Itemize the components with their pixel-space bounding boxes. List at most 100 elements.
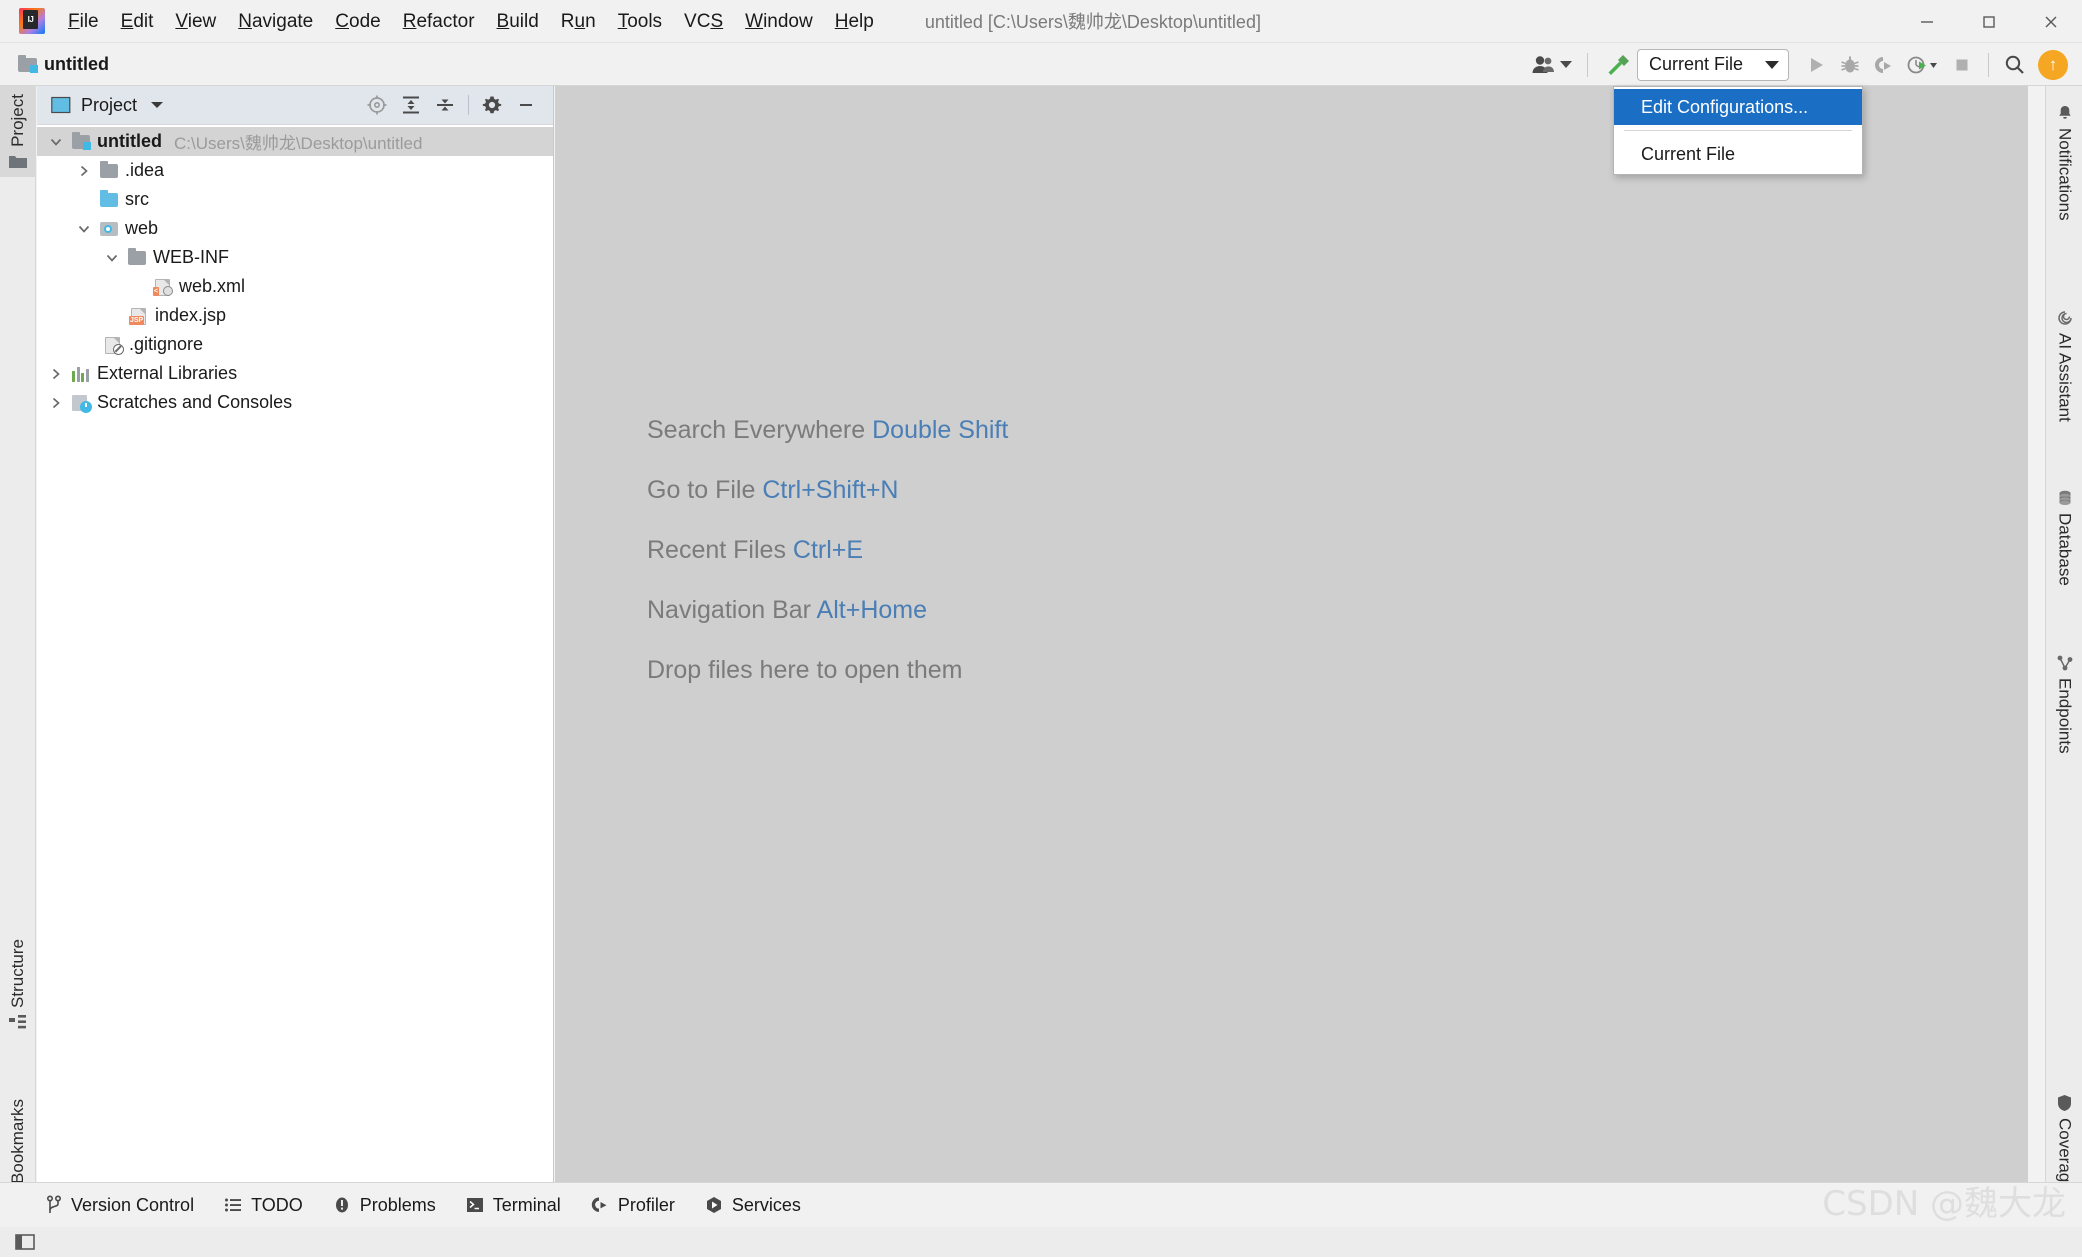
- menu-run[interactable]: Run: [550, 8, 607, 35]
- toolbar-right-group: Current File ↑: [1525, 43, 2082, 86]
- popup-item-current-file[interactable]: Current File: [1614, 136, 1862, 172]
- menu-vcs[interactable]: VCS: [673, 8, 734, 35]
- window-title: untitled [C:\Users\魏帅龙\Desktop\untitled]: [924, 12, 1261, 32]
- status-label-todo: TODO: [251, 1194, 303, 1215]
- menu-navigate[interactable]: Navigate: [227, 8, 324, 35]
- run-configuration-popup: Edit Configurations... Current File: [1613, 86, 1863, 175]
- project-settings-gear-icon[interactable]: [477, 90, 507, 120]
- tree-label-idea: .idea: [125, 160, 165, 180]
- hide-panel-icon[interactable]: [511, 90, 541, 120]
- menu-build[interactable]: Build: [486, 8, 550, 35]
- left-tool-stripe: Project Structure Bookmarks: [0, 86, 36, 1211]
- menu-window[interactable]: Window: [734, 8, 824, 35]
- status-item-profiler[interactable]: Profiler: [591, 1195, 675, 1216]
- build-project-button[interactable]: [1597, 45, 1637, 85]
- navigation-bar[interactable]: untitled: [18, 54, 109, 75]
- status-item-terminal[interactable]: Terminal: [466, 1195, 561, 1216]
- chevron-right-icon[interactable]: [47, 394, 65, 412]
- status-item-services[interactable]: Services: [705, 1195, 801, 1216]
- module-icon: [18, 55, 38, 73]
- menu-help[interactable]: Help: [824, 8, 885, 35]
- menu-refactor[interactable]: Refactor: [392, 8, 486, 35]
- chevron-right-icon[interactable]: [75, 162, 93, 180]
- hint-go-to-file: Go to File Ctrl+Shift+N: [647, 476, 899, 504]
- project-view-chevron-down-icon[interactable]: [149, 98, 165, 112]
- sidebar-item-ai-assistant[interactable]: AI Assistant: [2046, 301, 2082, 430]
- select-opened-file-icon[interactable]: [362, 90, 392, 120]
- folder-icon: [127, 247, 147, 267]
- status-label-terminal: Terminal: [492, 1194, 561, 1215]
- tree-row-web[interactable]: web: [37, 214, 553, 243]
- bottom-strip: [0, 1227, 2082, 1257]
- database-icon: [2056, 489, 2074, 507]
- status-label-problems: Problems: [359, 1194, 436, 1215]
- menu-file[interactable]: File: [57, 8, 110, 35]
- profile-button[interactable]: [1901, 48, 1945, 82]
- hint-search-everywhere: Search Everywhere Double Shift: [647, 416, 1009, 444]
- title-bar: IJ File Edit View Navigate Code Refactor…: [0, 0, 2082, 43]
- main-toolbar: untitled Current File ↑: [0, 43, 2082, 86]
- menu-tools[interactable]: Tools: [607, 8, 673, 35]
- debug-button[interactable]: [1833, 48, 1867, 82]
- menu-bar: File Edit View Navigate Code Refactor Bu…: [57, 0, 885, 43]
- status-item-problems[interactable]: Problems: [333, 1195, 436, 1216]
- sidebar-item-endpoints[interactable]: Endpoints: [2046, 646, 2082, 762]
- run-with-coverage-button[interactable]: [1867, 48, 1901, 82]
- sidebar-label-endpoints: Endpoints: [2055, 678, 2075, 754]
- stop-button[interactable]: [1945, 48, 1979, 82]
- chevron-down-icon: [1560, 61, 1572, 68]
- menu-edit[interactable]: Edit: [110, 8, 165, 35]
- bell-icon: [2056, 104, 2074, 122]
- popup-item-edit-configurations[interactable]: Edit Configurations...: [1614, 89, 1862, 125]
- sidebar-item-notifications[interactable]: Notifications: [2046, 96, 2082, 229]
- chevron-down-icon[interactable]: [47, 133, 65, 151]
- minimize-button[interactable]: [1896, 0, 1958, 43]
- search-everywhere-button[interactable]: [1998, 48, 2032, 82]
- collapse-all-icon[interactable]: [430, 90, 460, 120]
- tree-row-untitled[interactable]: untitled C:\Users\魏帅龙\Desktop\untitled: [37, 127, 553, 156]
- sidebar-item-database[interactable]: Database: [2046, 481, 2082, 594]
- sidebar-item-structure[interactable]: Structure: [0, 931, 36, 1038]
- shield-icon: [2056, 1094, 2073, 1112]
- tree-row-web-inf[interactable]: WEB-INF: [37, 243, 553, 272]
- tree-label-web: web: [125, 218, 159, 238]
- ai-assistant-icon: [2056, 309, 2074, 327]
- tree-row-idea[interactable]: .idea: [37, 156, 553, 185]
- tree-row-external-libraries[interactable]: External Libraries: [37, 359, 553, 388]
- chevron-right-icon[interactable]: [47, 365, 65, 383]
- expand-all-icon[interactable]: [396, 90, 426, 120]
- status-item-version-control[interactable]: Version Control: [46, 1195, 194, 1216]
- tree-row-scratches-and-consoles[interactable]: Scratches and Consoles: [37, 388, 553, 417]
- run-configuration-selector[interactable]: Current File: [1637, 48, 1789, 81]
- maximize-button[interactable]: [1958, 0, 2020, 43]
- editor-empty-area[interactable]: Search Everywhere Double Shift Go to Fil…: [555, 86, 2028, 1192]
- ide-update-badge[interactable]: ↑: [2038, 49, 2068, 80]
- endpoints-icon: [2056, 654, 2074, 672]
- project-view-icon: [51, 96, 71, 114]
- menu-code[interactable]: Code: [324, 8, 391, 35]
- toggle-tool-windows-icon[interactable]: [14, 1232, 36, 1252]
- tree-row-index-jsp[interactable]: JSP index.jsp: [37, 301, 553, 330]
- code-with-me-button[interactable]: [1525, 48, 1578, 82]
- tree-row-src[interactable]: src: [37, 185, 553, 214]
- chevron-down-icon[interactable]: [75, 220, 93, 238]
- sidebar-label-bookmarks: Bookmarks: [8, 1099, 27, 1185]
- project-panel-toolbar: [362, 90, 541, 120]
- tree-row-web-xml[interactable]: < web.xml: [37, 272, 553, 301]
- menu-view[interactable]: View: [164, 8, 227, 35]
- run-button[interactable]: [1799, 48, 1833, 82]
- window-controls: [1896, 0, 2082, 43]
- branch-icon: [46, 1195, 62, 1215]
- popup-separator: [1624, 130, 1852, 131]
- tree-row-gitignore[interactable]: .gitignore: [37, 330, 553, 359]
- web-resource-icon: [99, 220, 119, 238]
- tree-label-scratches-and-consoles: Scratches and Consoles: [97, 392, 293, 412]
- tree-path-untitled: C:\Users\魏帅龙\Desktop\untitled: [174, 134, 423, 153]
- close-button[interactable]: [2020, 0, 2082, 43]
- sidebar-item-project[interactable]: Project: [0, 86, 36, 177]
- status-item-todo[interactable]: TODO: [224, 1195, 303, 1216]
- chevron-down-icon[interactable]: [103, 249, 121, 267]
- status-label-version-control: Version Control: [71, 1194, 195, 1215]
- tree-label-web-inf: WEB-INF: [153, 247, 229, 267]
- folder-icon: [99, 160, 119, 180]
